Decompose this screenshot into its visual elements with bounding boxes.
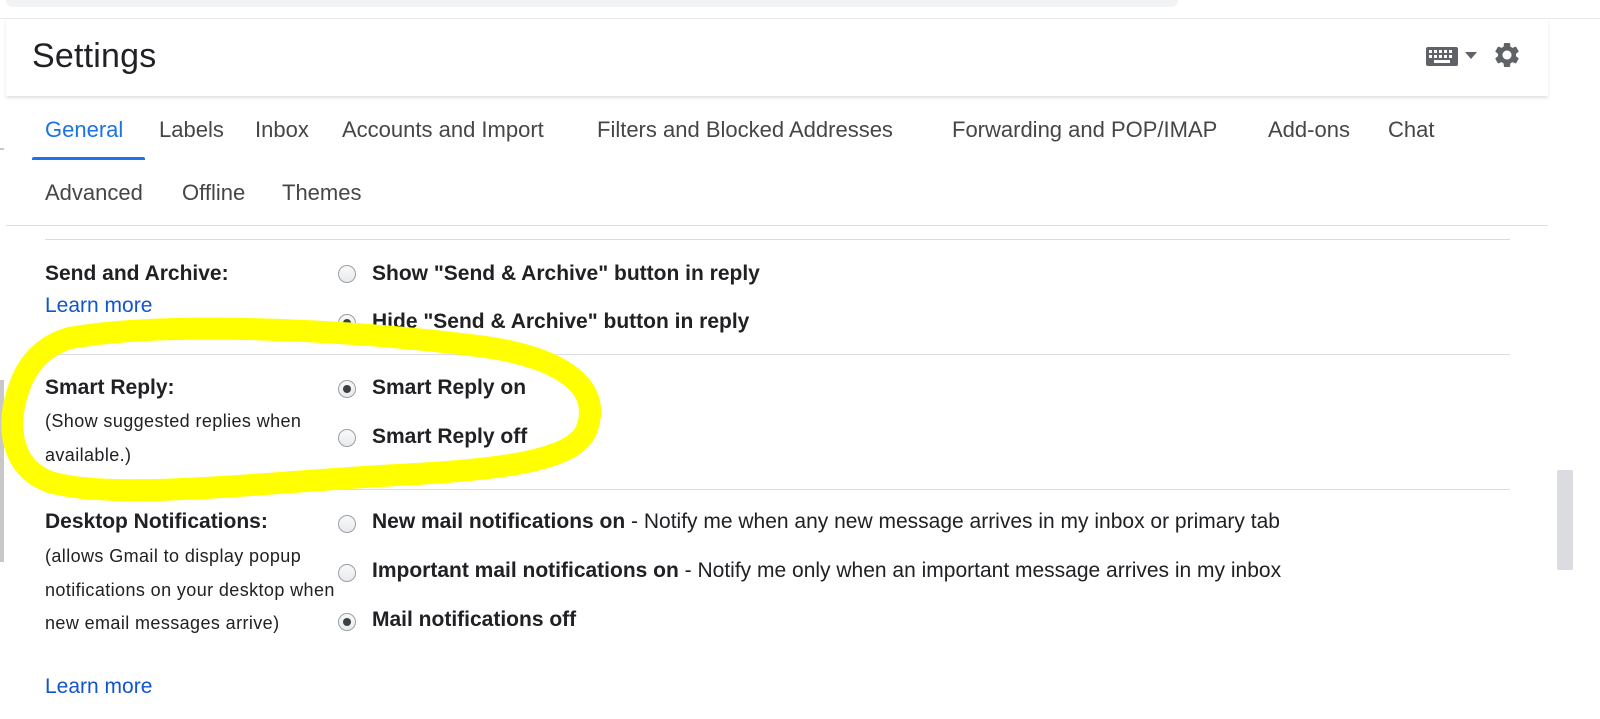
top-divider xyxy=(0,18,1600,19)
desktop-notifications-label: Desktop Notifications: xyxy=(45,510,268,533)
option-text: Show "Send & Archive" button in reply xyxy=(372,262,760,285)
option-title: New mail notifications on xyxy=(372,510,626,533)
smart-reply-off-option[interactable]: Smart Reply off xyxy=(372,425,527,449)
tab-themes[interactable]: Themes xyxy=(282,180,361,206)
tab-advanced[interactable]: Advanced xyxy=(45,180,143,206)
tab-accounts-and-import[interactable]: Accounts and Import xyxy=(342,117,544,143)
settings-header xyxy=(6,20,1548,96)
hide-send-archive-radio[interactable] xyxy=(338,314,356,332)
section-divider xyxy=(45,354,1510,355)
option-title: Mail notifications off xyxy=(372,608,577,631)
mail-notifications-off-radio[interactable] xyxy=(338,613,356,631)
active-tab-indicator xyxy=(32,157,145,160)
keyboard-icon[interactable] xyxy=(1425,44,1459,68)
tab-inbox[interactable]: Inbox xyxy=(255,117,309,143)
tabs-divider xyxy=(6,225,1548,226)
new-mail-notifications-radio[interactable] xyxy=(338,515,356,533)
smart-reply-description: (Show suggested replies when available.) xyxy=(45,411,302,465)
section-divider xyxy=(45,239,1510,240)
option-text: Smart Reply off xyxy=(372,425,528,448)
smart-reply-on-radio[interactable] xyxy=(338,380,356,398)
option-text: Smart Reply on xyxy=(372,376,527,399)
left-edge-mark xyxy=(0,148,4,150)
tab-labels[interactable]: Labels xyxy=(159,117,224,143)
tab-forwarding-and-pop-imap[interactable]: Forwarding and POP/IMAP xyxy=(952,117,1217,143)
tab-add-ons[interactable]: Add-ons xyxy=(1268,117,1350,143)
show-send-archive-radio[interactable] xyxy=(338,265,356,283)
tab-general[interactable]: General xyxy=(45,117,123,143)
scrollbar-thumb[interactable] xyxy=(1557,470,1573,570)
option-text: Hide "Send & Archive" button in reply xyxy=(372,310,750,333)
smart-reply-off-radio[interactable] xyxy=(338,429,356,447)
tab-filters-and-blocked-addresses[interactable]: Filters and Blocked Addresses xyxy=(597,117,893,143)
important-mail-notifications-option[interactable]: Important mail notifications on - Notify… xyxy=(372,559,1281,583)
hide-send-archive-option[interactable]: Hide "Send & Archive" button in reply xyxy=(372,310,749,334)
important-mail-notifications-radio[interactable] xyxy=(338,564,356,582)
page-title: Settings xyxy=(32,37,157,75)
option-detail: - Notify me only when an important messa… xyxy=(678,559,1282,582)
tab-chat[interactable]: Chat xyxy=(1388,117,1434,143)
desktop-notifications-description: (allows Gmail to display popup notificat… xyxy=(45,546,335,633)
left-edge-mark xyxy=(0,380,4,562)
smart-reply-label: Smart Reply: xyxy=(45,376,175,399)
new-mail-notifications-option[interactable]: New mail notifications on - Notify me wh… xyxy=(372,510,1280,534)
tab-offline[interactable]: Offline xyxy=(182,180,245,206)
gear-icon[interactable] xyxy=(1492,40,1522,70)
section-divider xyxy=(45,489,1510,490)
send-archive-label: Send and Archive: xyxy=(45,262,229,285)
mail-notifications-off-option[interactable]: Mail notifications off xyxy=(372,608,576,632)
search-bar-edge xyxy=(6,0,1178,7)
desktop-notifications-learn-more-link[interactable]: Learn more xyxy=(45,675,152,699)
show-send-archive-option[interactable]: Show "Send & Archive" button in reply xyxy=(372,262,760,286)
smart-reply-on-option[interactable]: Smart Reply on xyxy=(372,376,526,400)
chevron-down-icon[interactable] xyxy=(1465,52,1477,60)
option-detail: - Notify me when any new message arrives… xyxy=(625,510,1280,533)
option-title: Important mail notifications on xyxy=(372,559,679,582)
send-archive-learn-more-link[interactable]: Learn more xyxy=(45,294,152,318)
